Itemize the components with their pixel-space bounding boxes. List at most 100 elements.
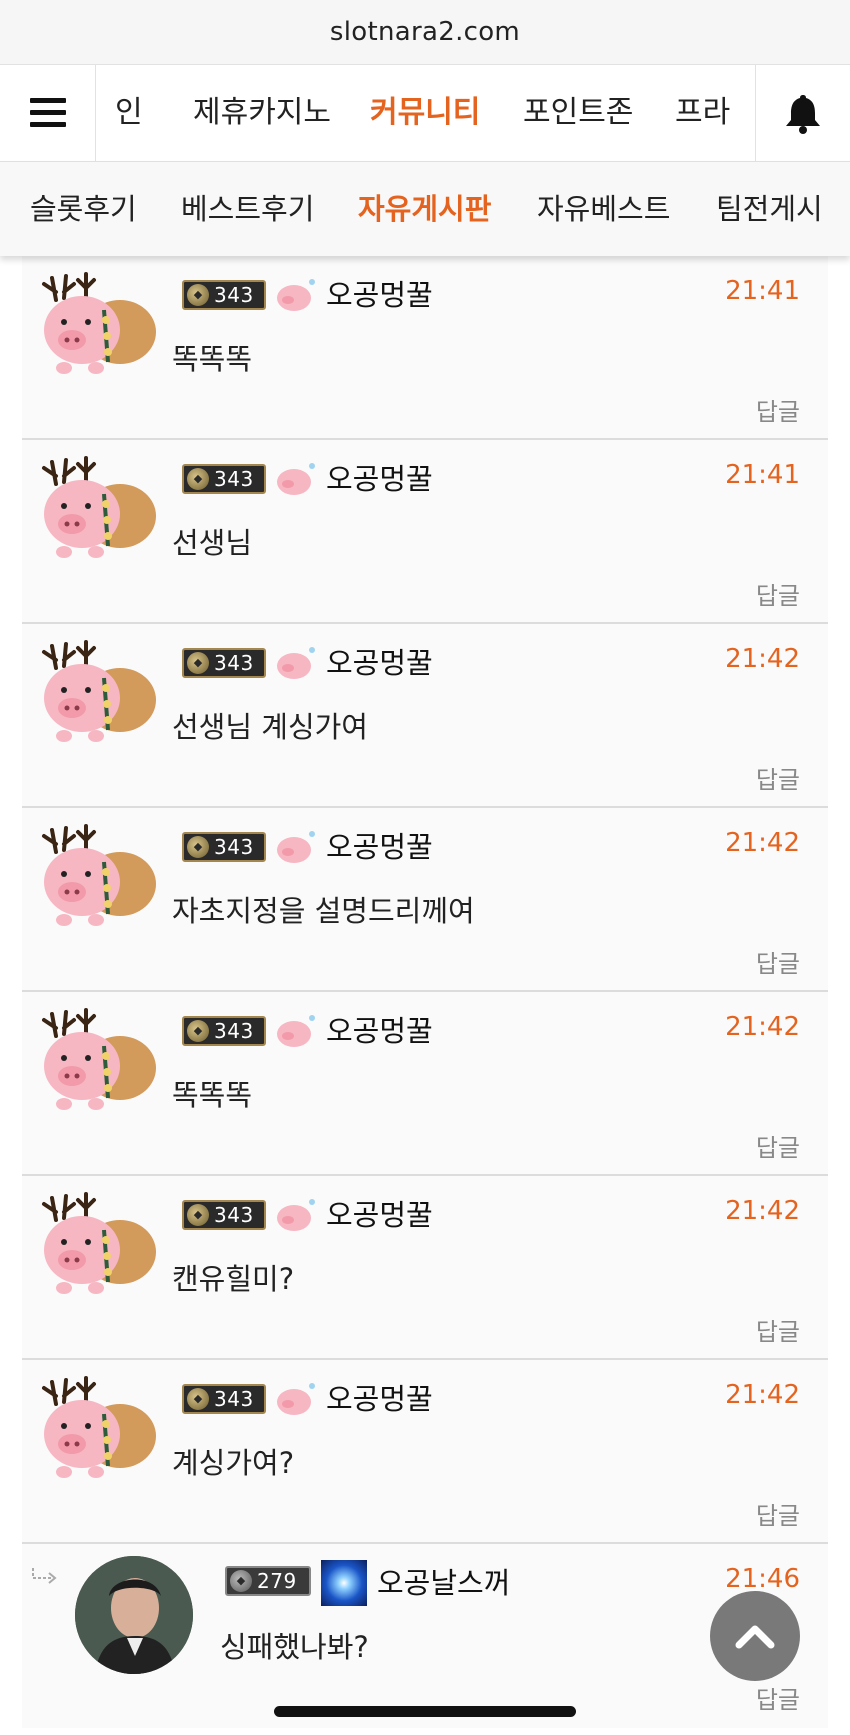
comment-item: ◆ 343 오공멍꿀 21:42 캔유힐미? 답글 bbox=[22, 1176, 828, 1360]
reindeer-pig-avatar bbox=[42, 272, 156, 374]
comment-time: 21:46 bbox=[725, 1564, 800, 1594]
comment-nickname[interactable]: 오공멍꿀 bbox=[326, 1376, 433, 1418]
reply-button[interactable]: 답글 bbox=[756, 576, 800, 611]
level-badge-icon: ◆ bbox=[187, 1204, 209, 1226]
pig-icon bbox=[277, 279, 315, 311]
nav-item-community[interactable]: 커뮤니티 bbox=[370, 65, 480, 161]
comment-time: 21:42 bbox=[725, 1012, 800, 1042]
level-number: 343 bbox=[214, 467, 254, 491]
subnav-free-board[interactable]: 자유게시판 bbox=[358, 162, 491, 256]
level-badge-icon: ◆ bbox=[230, 1570, 252, 1592]
comment-text: 싱패했나봐? bbox=[220, 1630, 369, 1664]
subnav-team-board[interactable]: 팀전게시 bbox=[716, 162, 823, 256]
comment-nickname[interactable]: 오공멍꿀 bbox=[326, 1008, 433, 1050]
level-badge-icon: ◆ bbox=[187, 652, 209, 674]
sub-nav[interactable]: 슬롯후기 베스트후기 자유게시판 자유베스트 팀전게시 bbox=[0, 162, 850, 256]
nav-item-point-zone[interactable]: 포인트존 bbox=[523, 65, 633, 161]
scroll-to-top-button[interactable] bbox=[710, 1591, 800, 1681]
browser-url-bar[interactable]: slotnara2.com bbox=[0, 0, 850, 64]
reindeer-pig-avatar bbox=[42, 1008, 156, 1110]
comment-item: ◆ 343 오공멍꿀 21:41 똑똑똑 답글 bbox=[22, 256, 828, 440]
subnav-slot-review[interactable]: 슬롯후기 bbox=[30, 162, 137, 256]
reindeer-pig-avatar bbox=[42, 1376, 156, 1478]
nav-item-partial-left[interactable]: 인 bbox=[115, 65, 143, 161]
reply-button[interactable]: 답글 bbox=[756, 1496, 800, 1531]
level-badge: ◆ 343 bbox=[182, 464, 266, 494]
notifications-button[interactable] bbox=[755, 65, 850, 161]
level-badge: ◆ 343 bbox=[182, 648, 266, 678]
url-text: slotnara2.com bbox=[329, 17, 521, 47]
user-photo-avatar bbox=[75, 1556, 193, 1674]
pig-icon bbox=[277, 1383, 315, 1415]
nav-item-partner-casino[interactable]: 제휴카지노 bbox=[193, 65, 331, 161]
reply-arrow-icon bbox=[32, 1568, 57, 1584]
level-badge-icon: ◆ bbox=[187, 284, 209, 306]
level-number: 343 bbox=[214, 1019, 254, 1043]
pig-icon bbox=[277, 1199, 315, 1231]
level-number: 343 bbox=[214, 835, 254, 859]
bell-icon bbox=[786, 95, 820, 134]
comment-item: ◆ 343 오공멍꿀 21:41 선생님 답글 bbox=[22, 440, 828, 624]
reply-comment-item: ◆ 279 오공날스꺼 21:46 싱패했나봐? 답글 bbox=[22, 1544, 828, 1728]
comment-text: 선생님 계싱가여 bbox=[172, 710, 368, 744]
pig-icon bbox=[277, 831, 315, 863]
reindeer-pig-avatar bbox=[42, 640, 156, 742]
level-badge: ◆ 279 bbox=[225, 1566, 311, 1596]
main-nav-scroller[interactable]: 인 제휴카지노 커뮤니티 포인트존 프라 bbox=[97, 65, 754, 161]
level-number: 343 bbox=[214, 1387, 254, 1411]
level-badge: ◆ 343 bbox=[182, 1384, 266, 1414]
reindeer-pig-avatar bbox=[42, 456, 156, 558]
reply-button[interactable]: 답글 bbox=[756, 392, 800, 427]
reply-button[interactable]: 답글 bbox=[756, 1128, 800, 1163]
reply-button[interactable]: 답글 bbox=[756, 760, 800, 795]
comment-time: 21:42 bbox=[725, 644, 800, 674]
comment-list: ◆ 343 오공멍꿀 21:41 똑똑똑 답글 ◆ 343 오공멍꿀 21:41… bbox=[22, 256, 828, 1728]
level-badge-icon: ◆ bbox=[187, 836, 209, 858]
level-badge: ◆ 343 bbox=[182, 1200, 266, 1230]
comment-item: ◆ 343 오공멍꿀 21:42 계싱가여? 답글 bbox=[22, 1360, 828, 1544]
comment-time: 21:42 bbox=[725, 1196, 800, 1226]
reply-button[interactable]: 답글 bbox=[756, 1680, 800, 1715]
comment-time: 21:41 bbox=[725, 460, 800, 490]
comment-text: 캔유힐미? bbox=[172, 1262, 295, 1296]
level-badge: ◆ 343 bbox=[182, 280, 266, 310]
level-number: 343 bbox=[214, 1203, 254, 1227]
reply-button[interactable]: 답글 bbox=[756, 1312, 800, 1347]
pig-icon bbox=[277, 1015, 315, 1047]
home-indicator[interactable] bbox=[274, 1706, 576, 1717]
reindeer-pig-avatar bbox=[42, 824, 156, 926]
level-badge: ◆ 343 bbox=[182, 1016, 266, 1046]
rank-emblem-icon bbox=[321, 1560, 367, 1606]
comment-time: 21:42 bbox=[725, 828, 800, 858]
level-badge: ◆ 343 bbox=[182, 832, 266, 862]
comment-time: 21:41 bbox=[725, 276, 800, 306]
reindeer-pig-avatar bbox=[42, 1192, 156, 1294]
reply-button[interactable]: 답글 bbox=[756, 944, 800, 979]
level-badge-icon: ◆ bbox=[187, 1388, 209, 1410]
comment-nickname[interactable]: 오공멍꿀 bbox=[326, 824, 433, 866]
comment-item: ◆ 343 오공멍꿀 21:42 자초지정을 설명드리께여 답글 bbox=[22, 808, 828, 992]
main-nav: 인 제휴카지노 커뮤니티 포인트존 프라 bbox=[0, 64, 850, 162]
comment-time: 21:42 bbox=[725, 1380, 800, 1410]
comment-text: 똑똑똑 bbox=[172, 342, 253, 376]
pig-icon bbox=[277, 647, 315, 679]
subnav-best-review[interactable]: 베스트후기 bbox=[181, 162, 314, 256]
comment-text: 자초지정을 설명드리께여 bbox=[172, 894, 475, 928]
chevron-up-icon bbox=[735, 1625, 775, 1649]
menu-button[interactable] bbox=[0, 65, 96, 161]
hamburger-menu-icon bbox=[29, 98, 66, 128]
comment-nickname[interactable]: 오공날스꺼 bbox=[377, 1560, 510, 1602]
level-badge-icon: ◆ bbox=[187, 468, 209, 490]
comment-nickname[interactable]: 오공멍꿀 bbox=[326, 272, 433, 314]
comment-text: 계싱가여? bbox=[172, 1446, 295, 1480]
comment-text: 똑똑똑 bbox=[172, 1078, 253, 1112]
comment-item: ◆ 343 오공멍꿀 21:42 똑똑똑 답글 bbox=[22, 992, 828, 1176]
comment-nickname[interactable]: 오공멍꿀 bbox=[326, 1192, 433, 1234]
level-badge-icon: ◆ bbox=[187, 1020, 209, 1042]
pig-icon bbox=[277, 463, 315, 495]
subnav-free-best[interactable]: 자유베스트 bbox=[537, 162, 670, 256]
nav-item-partial-right[interactable]: 프라 bbox=[675, 65, 730, 161]
level-number: 279 bbox=[257, 1569, 297, 1593]
comment-nickname[interactable]: 오공멍꿀 bbox=[326, 456, 433, 498]
comment-nickname[interactable]: 오공멍꿀 bbox=[326, 640, 433, 682]
